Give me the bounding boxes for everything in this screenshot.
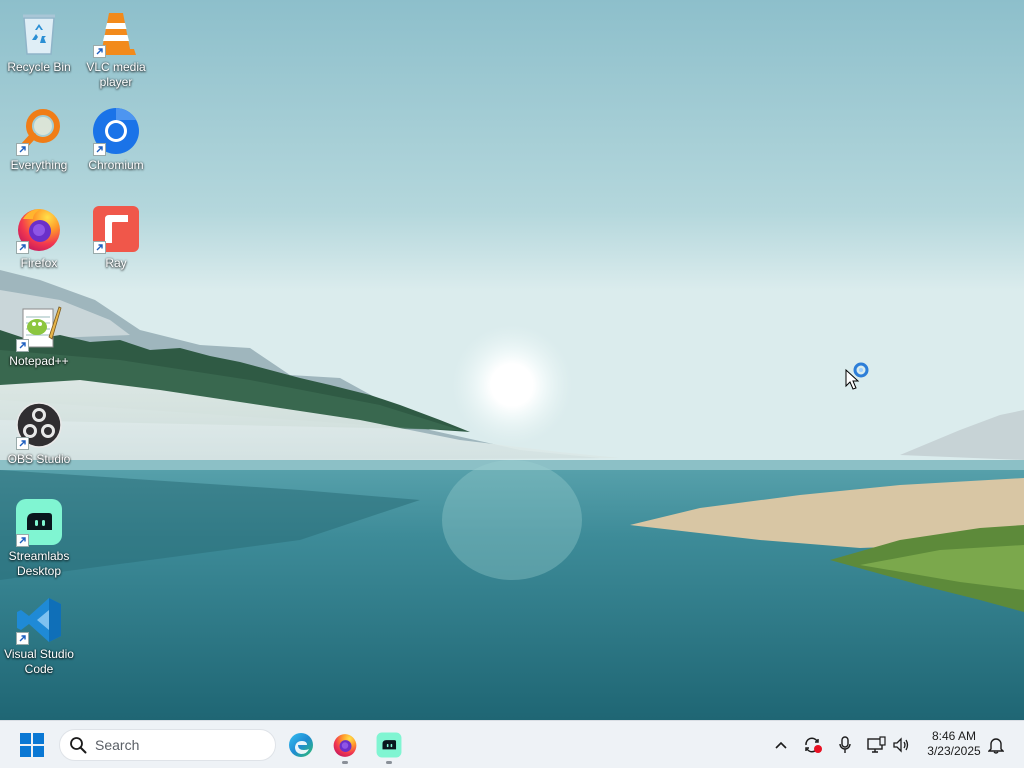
desktop-icon-label: OBS Studio xyxy=(7,452,71,466)
desktop-icon-ray[interactable]: Ray xyxy=(77,204,155,271)
desktop-icon-streamlabs[interactable]: Streamlabs Desktop xyxy=(0,497,78,579)
desktop-icon-recycle-bin[interactable]: Recycle Bin xyxy=(0,8,78,75)
streamlabs-icon xyxy=(376,732,402,758)
shortcut-arrow-icon xyxy=(93,45,106,58)
clock-time: 8:46 AM xyxy=(931,729,977,743)
desktop-icon-label: Chromium xyxy=(88,158,144,172)
shortcut-arrow-icon xyxy=(16,143,29,156)
recycle-bin-icon xyxy=(14,8,64,58)
shortcut-arrow-icon xyxy=(16,339,29,352)
tray-network[interactable] xyxy=(865,721,887,768)
desktop-icon-vlc[interactable]: VLC media player xyxy=(77,8,155,90)
desktop-icon-vscode[interactable]: Visual Studio Code xyxy=(0,595,78,677)
chromium-icon xyxy=(91,106,141,156)
desktop-icon-label: Recycle Bin xyxy=(7,60,71,74)
desktop-icon-label: VLC media player xyxy=(86,60,146,89)
desktop-icon-chromium[interactable]: Chromium xyxy=(77,106,155,173)
desktop-icon-label: Firefox xyxy=(20,256,58,270)
desktop-icon-notepadpp[interactable]: Notepad++ xyxy=(0,302,78,369)
network-icon xyxy=(867,736,886,753)
taskbar-app-edge[interactable] xyxy=(284,729,318,761)
notepadpp-icon xyxy=(14,302,64,352)
notification-bell-icon xyxy=(988,738,1004,754)
taskbar: Search 8:46 AM 3/23/2025 xyxy=(0,720,1024,768)
tray-microphone[interactable] xyxy=(836,721,854,768)
tray-volume[interactable] xyxy=(890,721,912,768)
show-hidden-icons-button[interactable] xyxy=(772,721,790,768)
desktop-icon-label: Visual Studio Code xyxy=(4,647,74,676)
search-icon xyxy=(69,736,87,754)
shortcut-arrow-icon xyxy=(16,534,29,547)
tray-sync-recording[interactable] xyxy=(802,721,824,768)
windows-start-icon xyxy=(20,733,44,757)
running-indicator xyxy=(386,761,392,764)
shortcut-arrow-icon xyxy=(16,632,29,645)
firefox-icon xyxy=(333,734,357,757)
taskbar-app-firefox[interactable] xyxy=(328,729,362,764)
shortcut-arrow-icon xyxy=(16,437,29,450)
start-button[interactable] xyxy=(13,730,51,760)
desktop-icon-everything[interactable]: Everything xyxy=(0,106,78,173)
desktop-icon-label: Ray xyxy=(105,256,127,270)
taskbar-clock[interactable]: 8:46 AM 3/23/2025 xyxy=(920,729,988,759)
busy-cursor-icon xyxy=(845,362,871,395)
shortcut-arrow-icon xyxy=(16,241,29,254)
obs-icon xyxy=(14,400,64,450)
streamlabs-icon xyxy=(14,497,64,547)
desktop-icon-label: Streamlabs Desktop xyxy=(8,549,70,578)
edge-icon xyxy=(289,733,313,757)
desktop-icon-label: Notepad++ xyxy=(9,354,69,368)
ray-icon xyxy=(91,204,141,254)
everything-icon xyxy=(14,106,64,156)
notification-center-button[interactable] xyxy=(986,721,1006,768)
microphone-icon xyxy=(839,736,851,753)
shortcut-arrow-icon xyxy=(93,241,106,254)
vlc-icon xyxy=(91,8,141,58)
firefox-icon xyxy=(14,204,64,254)
taskbar-search-box[interactable]: Search xyxy=(59,729,276,761)
search-placeholder: Search xyxy=(95,737,140,753)
taskbar-app-streamlabs[interactable] xyxy=(372,729,406,764)
sync-recording-icon xyxy=(805,737,822,753)
chevron-up-icon xyxy=(775,741,787,749)
clock-date: 3/23/2025 xyxy=(927,744,981,758)
running-indicator xyxy=(342,761,348,764)
desktop-icon-label: Everything xyxy=(10,158,68,172)
volume-icon xyxy=(893,737,909,753)
shortcut-arrow-icon xyxy=(93,143,106,156)
vscode-icon xyxy=(14,595,64,645)
desktop-icon-obs[interactable]: OBS Studio xyxy=(0,400,78,467)
desktop-icon-firefox[interactable]: Firefox xyxy=(0,204,78,271)
